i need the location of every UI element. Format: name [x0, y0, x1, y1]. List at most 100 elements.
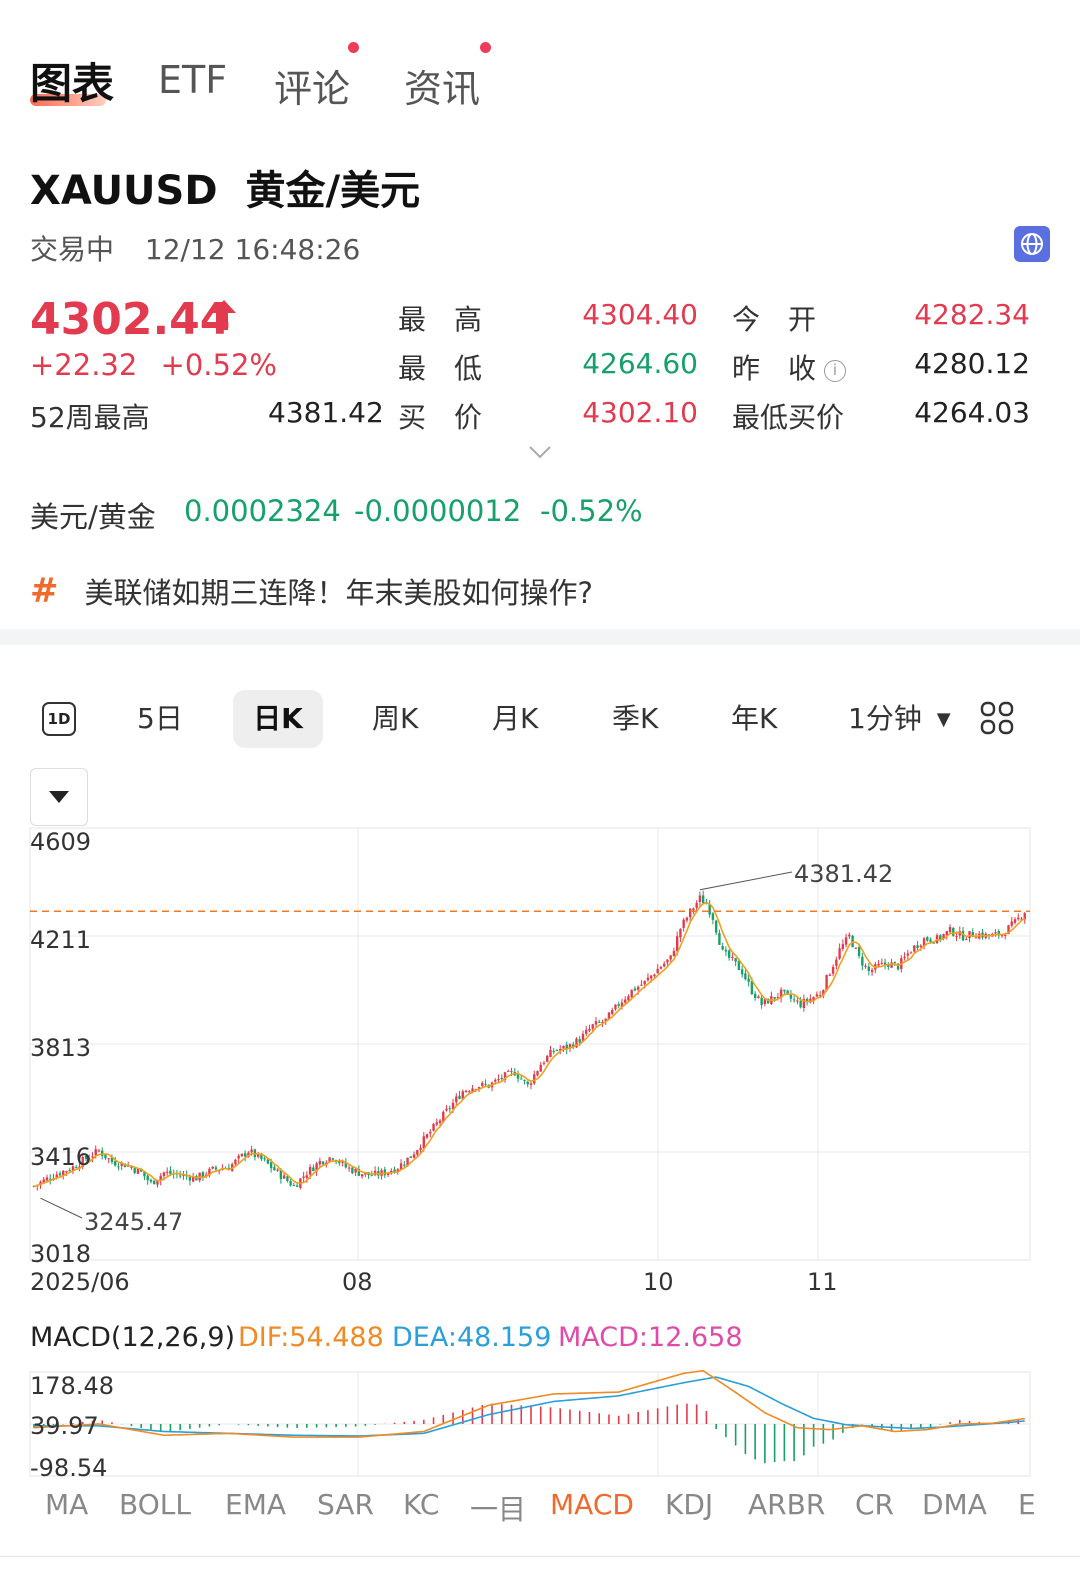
candle-body — [656, 968, 659, 974]
indicator-kdj[interactable]: KDJ — [665, 1488, 713, 1521]
indicator-boll[interactable]: BOLL — [119, 1488, 191, 1521]
indicator-kc[interactable]: KC — [403, 1488, 439, 1521]
candle-body — [552, 1050, 555, 1052]
macd-params[interactable]: MACD(12,26,9) — [30, 1322, 235, 1353]
indicator-cr[interactable]: CR — [855, 1488, 894, 1521]
candle-body — [104, 1154, 107, 1159]
candle-body — [507, 1070, 510, 1072]
candle-body — [682, 919, 685, 928]
candle-body — [549, 1049, 552, 1058]
section-divider — [0, 629, 1080, 645]
indicator-arbr[interactable]: ARBR — [748, 1488, 825, 1521]
candle-body — [484, 1083, 487, 1085]
candle-body — [539, 1064, 542, 1072]
low-annotation-leader — [40, 1197, 83, 1219]
moving-average-line — [33, 902, 1026, 1188]
candle-body — [737, 960, 741, 971]
candle-body — [640, 984, 643, 986]
grid-layout-icon[interactable] — [980, 701, 1014, 739]
candle-body — [757, 996, 760, 999]
candle-body — [724, 949, 728, 952]
candle-body — [835, 959, 838, 966]
period-yearly[interactable]: 年K — [731, 690, 777, 748]
candle-body — [939, 935, 942, 940]
candle-body — [669, 955, 672, 960]
info-icon[interactable]: i — [824, 360, 847, 382]
y-tick-label: 3416 — [30, 1143, 92, 1171]
candle-body — [455, 1096, 458, 1103]
period-quarterly[interactable]: 季K — [612, 690, 658, 748]
y-tick-label: 4211 — [30, 926, 92, 954]
candle-body — [429, 1131, 432, 1134]
tab-etf[interactable]: ETF — [158, 58, 227, 102]
candle-body — [685, 917, 689, 921]
candle-body — [497, 1078, 500, 1080]
indicator-ema[interactable]: EMA — [225, 1488, 286, 1521]
tab-news[interactable]: 资讯 — [404, 58, 480, 113]
change-value: +22.32 — [30, 348, 138, 382]
candle-body — [91, 1156, 94, 1158]
indicator-sar[interactable]: SAR — [317, 1488, 374, 1521]
week52-high-label: 52周最高 — [30, 401, 150, 434]
minute-period-select[interactable]: 1分钟 ▼ — [848, 690, 951, 748]
candle-body — [867, 966, 871, 972]
macd-dea-label: DEA:48.159 — [392, 1322, 552, 1353]
bid-label: 买 价 — [398, 401, 483, 434]
candle-body — [578, 1039, 581, 1043]
indicator-ma[interactable]: MA — [45, 1488, 88, 1521]
period-weekly[interactable]: 周K — [372, 690, 418, 748]
indicator-more[interactable]: E — [1018, 1488, 1036, 1521]
candle-body — [646, 977, 650, 981]
chevron-down-icon[interactable] — [528, 444, 552, 463]
candle-body — [494, 1079, 497, 1082]
macd-y-tick: 39.97 — [30, 1412, 99, 1440]
indicator-ichimoku[interactable]: 一目 — [470, 1488, 526, 1528]
candle-body — [672, 951, 676, 957]
prev-close-label: 昨 收i — [732, 347, 847, 387]
candle-body — [425, 1134, 429, 1138]
x-tick-label: 11 — [807, 1268, 838, 1296]
tab-chart[interactable]: 图表 — [30, 50, 114, 111]
tab-comments[interactable]: 评论 — [274, 58, 350, 113]
indicator-dma[interactable]: DMA — [922, 1488, 987, 1521]
candle-body — [562, 1045, 565, 1049]
macd-y-tick: -98.54 — [30, 1454, 108, 1482]
candle-body — [302, 1176, 305, 1178]
period-5d[interactable]: 5日 — [137, 690, 183, 748]
candle-body — [701, 895, 705, 904]
candle-body — [542, 1062, 546, 1064]
candlestick-chart[interactable] — [0, 826, 1080, 1266]
candle-body — [877, 963, 880, 966]
candle-body — [636, 986, 640, 990]
period-daily[interactable]: 日K — [233, 690, 323, 748]
candle-body — [234, 1159, 237, 1165]
inverse-pair-label[interactable]: 美元/黄金 — [30, 494, 156, 536]
news-banner[interactable]: # 美联储如期三连降！年末美股如何操作? — [30, 570, 593, 612]
dea-line — [34, 1376, 1025, 1437]
intraday-1d-button[interactable]: 1D — [42, 702, 76, 736]
market-status: 交易中 12/12 16:48:26 — [30, 228, 360, 268]
y-tick-label: 3813 — [30, 1034, 92, 1062]
candle-body — [614, 1004, 617, 1010]
candle-body — [169, 1170, 172, 1174]
candle-body — [666, 959, 669, 963]
macd-chart[interactable] — [0, 1370, 1080, 1478]
chart-options-dropdown[interactable] — [30, 768, 88, 826]
period-monthly[interactable]: 月K — [492, 690, 538, 748]
instrument-code: XAUUSD — [30, 168, 218, 214]
candle-body — [698, 895, 702, 902]
candle-body — [760, 997, 763, 1005]
candle-body — [909, 952, 913, 954]
candle-body — [546, 1055, 549, 1062]
candle-body — [675, 936, 679, 952]
macd-dif-label: DIF:54.488 — [238, 1322, 384, 1353]
candle-body — [864, 965, 867, 967]
candle-body — [412, 1154, 416, 1158]
candle-body — [740, 969, 744, 975]
globe-icon[interactable] — [1014, 226, 1050, 262]
indicator-macd[interactable]: MACD — [550, 1488, 634, 1521]
candle-body — [948, 927, 952, 933]
candle-body — [633, 988, 637, 991]
candle-body — [965, 939, 968, 941]
candle-body — [627, 996, 630, 1001]
